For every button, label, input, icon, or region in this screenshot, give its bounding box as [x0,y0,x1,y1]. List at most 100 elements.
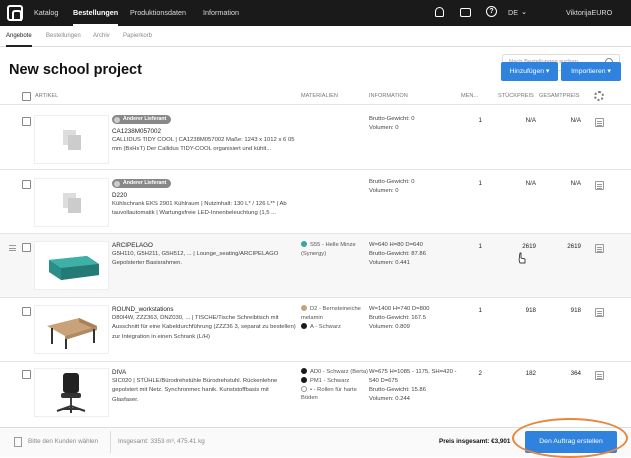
tab-angebote[interactable]: Angebote [6,26,32,47]
chat-icon[interactable] [460,8,471,17]
unit-price: 918 [525,307,536,314]
price-total: Preis insgesamt: €3,901 [439,438,511,445]
tab-archiv[interactable]: Archiv [93,26,110,46]
material-swatch [301,322,307,329]
top-navigation-bar: Katalog Bestellungen Produktionsdaten In… [0,0,631,26]
material-swatch [301,385,307,392]
chevron-down-icon[interactable]: ⌄ [518,7,530,19]
supplier-badge: Anderer Lieferant [112,179,172,188]
unit-price: N/A [525,180,536,187]
supplier-badge: Anderer Lieferant [112,115,172,124]
unit-price: 182 [525,370,536,377]
material-swatch [301,241,307,247]
row-checkbox[interactable] [22,180,31,189]
article-description: Kühlschrank EKS 2901 Kühlraum | Nutzinha… [112,201,287,217]
gear-icon[interactable] [594,91,604,101]
totals-summary: Insgesamt: 3353 m³, 475.41 kg [118,438,205,445]
drag-handle-icon[interactable] [9,245,16,251]
info-weight: Brutto-Gewicht: 0 [369,179,415,185]
brand-logo-icon[interactable] [7,5,23,21]
select-all-checkbox[interactable] [22,92,31,101]
material-label: S55 - Helle Minze (Synergy) [301,242,356,257]
import-button-label: Importieren [571,68,606,75]
details-icon[interactable] [595,181,604,190]
office-chair-image [56,373,86,413]
unit-price: 2619 [522,243,536,250]
customer-select[interactable]: Bitte den Kunden wählen [28,438,98,445]
order-footer: Bitte den Kunden wählen Insgesamt: 3353 … [0,418,631,458]
article-name: D220 [112,192,128,199]
sofa-image [49,256,99,280]
info-volume: Volumen: 0.244 [369,396,410,402]
material-label: A - Schwarz [310,323,341,330]
material-label: PM1 - Schwarz [310,377,350,384]
quantity[interactable]: 2 [470,370,482,377]
help-icon[interactable]: ? [486,6,497,17]
tab-bestellungen[interactable]: Bestellungen [46,26,81,46]
col-artikel[interactable]: ARTIKEL [35,93,58,99]
nav-information[interactable]: Information [203,0,239,26]
material-swatch [301,368,307,374]
info-weight: Brutto-Gewicht: 15.86 [369,387,426,393]
info-weight: Brutto-Gewicht: 0 [369,116,415,122]
add-button[interactable]: Hinzufügen ▾ [501,62,558,81]
col-menge[interactable]: MEN... [461,93,478,99]
divider [110,431,111,453]
article-info: W=1400 H=740 D=800 Brutto-Gewicht: 167.5… [369,305,461,332]
table-row[interactable]: ROUND_workstations D80I4W, ZZZ363, DNZ03… [0,298,631,361]
col-materialien[interactable]: MATERIALIEN [301,93,338,99]
add-button-label: Hinzufügen [509,68,545,75]
bell-icon[interactable] [435,7,444,17]
product-image [34,368,109,417]
col-information[interactable]: INFORMATION [369,93,408,99]
material-item: S55 - Helle Minze (Synergy) [301,241,373,259]
details-icon[interactable] [595,244,604,253]
total-price: 918 [570,307,581,314]
details-icon[interactable] [595,118,604,127]
col-gesamtpreis[interactable]: GESAMTPREIS [539,93,579,99]
table-row[interactable]: DIVA SIC020 | STÜHLE/Bürodrehstühle Büro… [0,362,631,426]
table-row[interactable]: Anderer Lieferant CA1238M057002 CALLIDUS… [0,105,631,169]
row-checkbox[interactable] [22,243,31,252]
table-row[interactable]: ARCIPELAGO G5H110, G5H211, G5H512, ... |… [0,234,631,297]
quantity[interactable]: 1 [470,117,482,124]
highlight-annotation [512,418,628,458]
nav-produktionsdaten[interactable]: Produktionsdaten [130,0,186,26]
material-item: A - Schwarz [301,322,373,332]
info-dimensions: W=640 H=80 D=640 [369,242,423,248]
article-info: Brutto-Gewicht: 0 Volumen: 0 [369,115,461,133]
row-checkbox[interactable] [22,370,31,379]
article-name: ARCIPELAGO [112,242,153,249]
material-swatch [301,376,307,383]
page-title: New school project [9,62,142,78]
hand-cursor-icon [518,252,526,264]
details-icon[interactable] [595,371,604,380]
article-description: G5H110, G5H211, G5H512, ... | Lounge_sea… [112,251,279,267]
info-dimensions: W=1400 H=740 D=800 [369,306,430,312]
total-price: 364 [570,370,581,377]
nav-bestellungen[interactable]: Bestellungen [73,0,119,26]
info-volume: Volumen: 0 [369,188,399,194]
total-price: N/A [570,180,581,187]
language-select[interactable]: DE [508,0,518,26]
user-menu[interactable]: ViktorijaEURO [566,0,612,26]
material-label: • - Rollen für harte Böden [301,386,357,402]
row-checkbox[interactable] [22,307,31,316]
desk-image [47,318,97,349]
col-stueckpreis[interactable]: STÜCKPREIS [498,93,534,99]
import-button[interactable]: Importieren ▾ [561,62,621,81]
nav-katalog[interactable]: Katalog [34,0,58,26]
quantity[interactable]: 1 [470,307,482,314]
article-description: CALLIDUS TIDY COOL | CA1238M057002 Maße:… [112,137,295,153]
tab-papierkorb[interactable]: Papierkorb [123,26,152,46]
quantity[interactable]: 1 [470,180,482,187]
article-name: DIVA [112,369,127,376]
details-icon[interactable] [595,308,604,317]
quantity[interactable]: 1 [470,243,482,250]
image-placeholder-icon [63,130,81,150]
article-name: CA1238M057002 [112,128,162,135]
product-image [34,241,109,290]
table-row[interactable]: Anderer Lieferant D220 Kühlschrank EKS 2… [0,170,631,233]
article-description: D80I4W, ZZZ363, DNZ030, ... | TISCHE/Tis… [112,315,296,340]
row-checkbox[interactable] [22,117,31,126]
